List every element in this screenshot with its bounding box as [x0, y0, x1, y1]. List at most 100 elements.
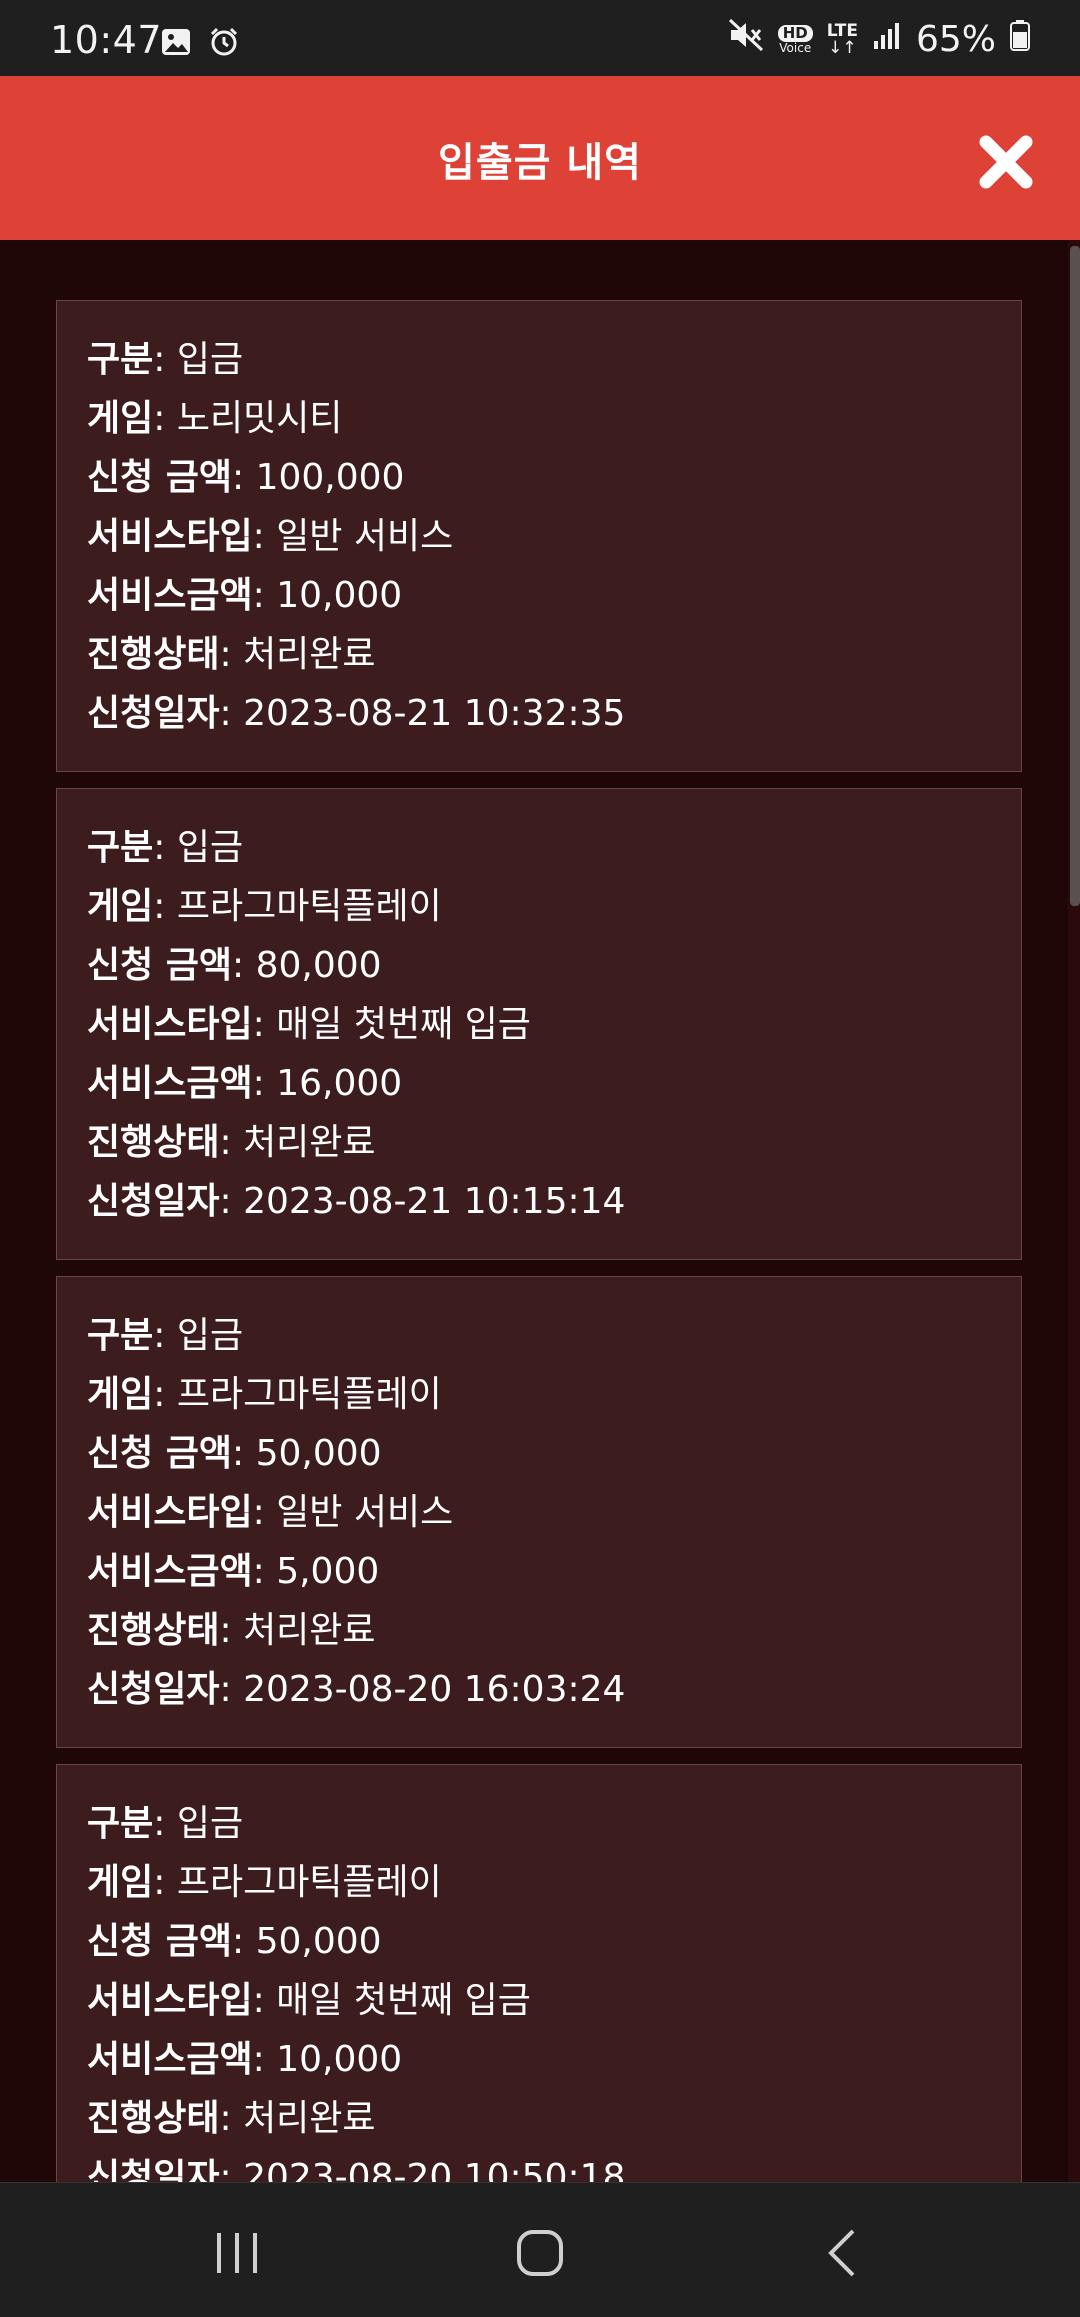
service-amount-row: 서비스금액: 5,000 — [87, 1551, 380, 1592]
signal-icon — [872, 19, 902, 60]
service-type-value: 일반 서비스 — [276, 516, 454, 557]
amount-row: 신청 금액: 50,000 — [87, 1921, 382, 1962]
status-value: 처리완료 — [243, 634, 376, 675]
status-value: 처리완료 — [243, 1610, 376, 1651]
modal-header: 입출금 내역 — [0, 76, 1080, 240]
date-value: 2023-08-20 10:50:18 — [243, 2157, 626, 2182]
service-type-row: 서비스타입: 일반 서비스 — [87, 516, 454, 557]
scrollbar-thumb[interactable] — [1070, 246, 1080, 906]
service-type-row: 서비스타입: 매일 첫번째 입금 — [87, 1004, 531, 1045]
mute-icon — [728, 18, 764, 61]
image-icon — [160, 26, 192, 62]
service-amount-label: 서비스금액 — [87, 575, 253, 616]
service-type-value: 매일 첫번째 입금 — [276, 1004, 531, 1045]
status-label: 진행상태 — [87, 634, 220, 675]
service-type-label: 서비스타입 — [87, 1492, 253, 1533]
date-value: 2023-08-21 10:15:14 — [243, 1181, 626, 1222]
status-label: 진행상태 — [87, 1122, 220, 1163]
service-amount-value: 10,000 — [276, 2039, 403, 2080]
transaction-card: 구분: 입금 게임: 프라그마틱플레이 신청 금액: 50,000 서비스타입:… — [56, 1276, 1022, 1748]
alarm-icon — [208, 26, 240, 62]
status-value: 처리완료 — [243, 1122, 376, 1163]
close-button[interactable] — [976, 132, 1036, 192]
recent-apps-icon — [217, 2233, 257, 2273]
status-label: 진행상태 — [87, 1610, 220, 1651]
page-title: 입출금 내역 — [438, 140, 642, 186]
date-value: 2023-08-21 10:32:35 — [243, 693, 626, 734]
close-icon — [979, 135, 1033, 189]
amount-value: 50,000 — [255, 1921, 382, 1962]
status-value: 처리완료 — [243, 2098, 376, 2139]
status-row: 진행상태: 처리완료 — [87, 1122, 376, 1163]
navigation-bar — [0, 2182, 1080, 2317]
status-bar: 10:47 HD Voice LTE ↓↑ 65% — [0, 0, 1080, 76]
service-amount-value: 16,000 — [276, 1063, 403, 1104]
recent-apps-button[interactable] — [197, 2213, 277, 2293]
type-row: 구분: 입금 — [87, 827, 244, 868]
service-type-row: 서비스타입: 일반 서비스 — [87, 1492, 454, 1533]
game-value: 프라그마틱플레이 — [176, 886, 442, 927]
type-label: 구분 — [87, 1803, 154, 1844]
amount-label: 신청 금액 — [87, 1433, 233, 1474]
service-type-label: 서비스타입 — [87, 1980, 253, 2021]
status-row: 진행상태: 처리완료 — [87, 1610, 376, 1651]
service-amount-label: 서비스금액 — [87, 1063, 253, 1104]
type-value: 입금 — [176, 827, 244, 868]
battery-percent: 65% — [915, 19, 996, 60]
back-button[interactable] — [803, 2213, 883, 2293]
service-amount-label: 서비스금액 — [87, 1551, 253, 1592]
status-row: 진행상태: 처리완료 — [87, 2098, 376, 2139]
date-value: 2023-08-20 16:03:24 — [243, 1669, 626, 1710]
amount-row: 신청 금액: 80,000 — [87, 945, 382, 986]
date-row: 신청일자: 2023-08-20 10:50:18 — [87, 2153, 625, 2182]
type-value: 입금 — [176, 1315, 244, 1356]
type-label: 구분 — [87, 827, 154, 868]
scrollbar[interactable] — [1068, 240, 1080, 2182]
type-value: 입금 — [176, 1803, 244, 1844]
service-type-label: 서비스타입 — [87, 516, 253, 557]
service-amount-value: 5,000 — [276, 1551, 380, 1592]
game-value: 노리밋시티 — [176, 398, 343, 439]
status-row: 진행상태: 처리완료 — [87, 634, 376, 675]
hd-voice-icon: HD Voice — [777, 24, 813, 55]
date-label: 신청일자 — [87, 693, 220, 734]
transaction-card: 구분: 입금 게임: 프라그마틱플레이 신청 금액: 80,000 서비스타입:… — [56, 788, 1022, 1260]
date-label: 신청일자 — [87, 1181, 220, 1222]
game-row: 게임: 프라그마틱플레이 — [87, 1862, 442, 1903]
amount-value: 50,000 — [255, 1433, 382, 1474]
home-button[interactable] — [500, 2213, 580, 2293]
date-row: 신청일자: 2023-08-21 10:32:35 — [87, 693, 626, 734]
battery-icon — [1010, 19, 1030, 60]
type-value: 입금 — [176, 339, 244, 380]
service-amount-row: 서비스금액: 16,000 — [87, 1063, 403, 1104]
date-row: 신청일자: 2023-08-21 10:15:14 — [87, 1181, 626, 1222]
game-row: 게임: 프라그마틱플레이 — [87, 886, 442, 927]
back-icon — [828, 2229, 855, 2277]
date-label: 신청일자 — [87, 2157, 220, 2182]
service-amount-row: 서비스금액: 10,000 — [87, 575, 403, 616]
service-type-value: 매일 첫번째 입금 — [276, 1980, 531, 2021]
transaction-card: 구분: 입금 게임: 프라그마틱플레이 신청 금액: 50,000 서비스타입:… — [56, 1764, 1022, 2182]
type-row: 구분: 입금 — [87, 339, 244, 380]
game-label: 게임 — [87, 1862, 154, 1903]
game-value: 프라그마틱플레이 — [176, 1374, 442, 1415]
service-amount-row: 서비스금액: 10,000 — [87, 2039, 403, 2080]
home-icon — [517, 2230, 563, 2276]
transaction-card: 구분: 입금 게임: 노리밋시티 신청 금액: 100,000 서비스타입: 일… — [56, 300, 1022, 772]
transaction-list[interactable]: 구분: 입금 게임: 노리밋시티 신청 금액: 100,000 서비스타입: 일… — [0, 240, 1068, 2182]
game-label: 게임 — [87, 1374, 154, 1415]
type-label: 구분 — [87, 339, 154, 380]
amount-label: 신청 금액 — [87, 457, 233, 498]
type-row: 구분: 입금 — [87, 1803, 244, 1844]
lte-icon: LTE ↓↑ — [826, 20, 858, 58]
amount-label: 신청 금액 — [87, 945, 233, 986]
service-type-row: 서비스타입: 매일 첫번째 입금 — [87, 1980, 531, 2021]
amount-value: 100,000 — [255, 457, 405, 498]
service-amount-value: 10,000 — [276, 575, 403, 616]
type-row: 구분: 입금 — [87, 1315, 244, 1356]
status-label: 진행상태 — [87, 2098, 220, 2139]
date-row: 신청일자: 2023-08-20 16:03:24 — [87, 1669, 626, 1710]
game-label: 게임 — [87, 398, 154, 439]
game-label: 게임 — [87, 886, 154, 927]
amount-value: 80,000 — [255, 945, 382, 986]
